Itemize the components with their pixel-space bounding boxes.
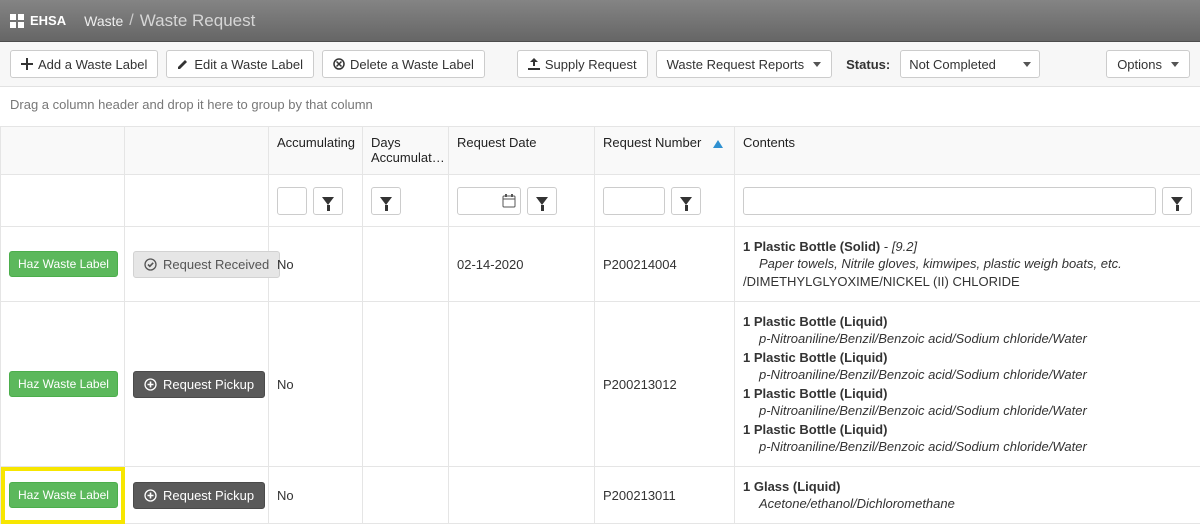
funnel-icon: [1171, 197, 1183, 205]
groupby-dropzone[interactable]: Drag a column header and drop it here to…: [0, 87, 1200, 126]
funnel-icon: [380, 197, 392, 205]
request-pickup-button[interactable]: Request Pickup: [133, 371, 265, 398]
filter-number-input[interactable]: [603, 187, 665, 215]
grid-icon: [10, 14, 24, 28]
funnel-icon: [680, 197, 692, 205]
filter-days-btn[interactable]: [371, 187, 401, 215]
filter-accumulating-input[interactable]: [277, 187, 307, 215]
filter-row: [1, 175, 1200, 227]
table-row: Haz Waste Label Request PickupNo P20021301…: [1, 467, 1200, 524]
breadcrumb-sep: /: [129, 12, 133, 30]
chevron-down-icon: [813, 62, 821, 67]
waste-reports-text: Waste Request Reports: [667, 57, 805, 72]
haz-waste-label-button[interactable]: Haz Waste Label: [9, 371, 118, 397]
cell-request-number: P200214004: [595, 227, 735, 302]
delete-waste-label-text: Delete a Waste Label: [350, 57, 474, 72]
funnel-icon: [536, 197, 548, 205]
plus-circle-icon: [144, 378, 157, 391]
cell-contents: 1 Plastic Bottle (Liquid)p-Nitroaniline/…: [735, 302, 1200, 467]
header-row: Accumulating Days Accumulat… Request Dat…: [1, 127, 1200, 175]
app-name: EHSA: [30, 13, 66, 28]
haz-waste-label-button[interactable]: Haz Waste Label: [9, 482, 118, 508]
cell-request-date: 02-14-2020: [449, 227, 595, 302]
funnel-icon: [322, 197, 334, 205]
header-request-number[interactable]: Request Number: [595, 127, 735, 175]
options-text: Options: [1117, 57, 1162, 72]
request-received-badge: Request Received: [133, 251, 280, 278]
cell-accumulating: No: [269, 227, 363, 302]
filter-contents-input[interactable]: [743, 187, 1156, 215]
sort-asc-icon: [713, 140, 723, 148]
upload-icon: [528, 58, 540, 70]
plus-circle-icon: [144, 489, 157, 502]
options-dropdown[interactable]: Options: [1106, 50, 1190, 78]
cell-request-date: [449, 302, 595, 467]
chevron-down-icon: [1023, 62, 1031, 67]
cell-request-date: [449, 467, 595, 524]
cell-days: [363, 467, 449, 524]
add-waste-label-button[interactable]: Add a Waste Label: [10, 50, 158, 78]
app-logo[interactable]: EHSA: [10, 13, 66, 28]
haz-waste-label-button[interactable]: Haz Waste Label: [9, 251, 118, 277]
supply-request-button[interactable]: Supply Request: [517, 50, 648, 78]
cell-contents: 1 Glass (Liquid)Acetone/ethanol/Dichloro…: [735, 467, 1200, 524]
toolbar: Add a Waste Label Edit a Waste Label Del…: [0, 42, 1200, 87]
waste-request-grid: Accumulating Days Accumulat… Request Dat…: [0, 126, 1200, 524]
header-contents[interactable]: Contents: [735, 127, 1200, 175]
check-icon: [144, 258, 157, 271]
cell-request-number: P200213011: [595, 467, 735, 524]
status-value: Not Completed: [909, 57, 996, 72]
supply-request-text: Supply Request: [545, 57, 637, 72]
calendar-icon: [502, 194, 516, 208]
filter-accumulating-btn[interactable]: [313, 187, 343, 215]
status-select[interactable]: Not Completed: [900, 50, 1040, 78]
top-nav: EHSA Waste / Waste Request: [0, 0, 1200, 42]
breadcrumb-section[interactable]: Waste: [84, 13, 123, 29]
header-blank-2[interactable]: [125, 127, 269, 175]
cell-request-number: P200213012: [595, 302, 735, 467]
edit-waste-label-button[interactable]: Edit a Waste Label: [166, 50, 314, 78]
request-pickup-button[interactable]: Request Pickup: [133, 482, 265, 509]
header-request-number-text: Request Number: [603, 135, 701, 150]
filter-date-btn[interactable]: [527, 187, 557, 215]
filter-number-btn[interactable]: [671, 187, 701, 215]
cell-days: [363, 302, 449, 467]
delete-icon: [333, 58, 345, 70]
cell-accumulating: No: [269, 302, 363, 467]
header-accumulating[interactable]: Accumulating: [269, 127, 363, 175]
table-row: Haz Waste Label Request PickupNo P20021301…: [1, 302, 1200, 467]
delete-waste-label-button[interactable]: Delete a Waste Label: [322, 50, 485, 78]
table-row: Haz Waste Label Request ReceivedNo 02-14-2…: [1, 227, 1200, 302]
add-waste-label-text: Add a Waste Label: [38, 57, 147, 72]
cell-accumulating: No: [269, 467, 363, 524]
filter-date-input[interactable]: [457, 187, 521, 215]
edit-waste-label-text: Edit a Waste Label: [194, 57, 303, 72]
header-blank-1[interactable]: [1, 127, 125, 175]
breadcrumb-page: Waste Request: [140, 11, 256, 31]
waste-reports-dropdown[interactable]: Waste Request Reports: [656, 50, 833, 78]
header-request-date[interactable]: Request Date: [449, 127, 595, 175]
pencil-icon: [177, 58, 189, 70]
filter-contents-btn[interactable]: [1162, 187, 1192, 215]
header-days[interactable]: Days Accumulat…: [363, 127, 449, 175]
cell-days: [363, 227, 449, 302]
cell-contents: 1 Plastic Bottle (Solid) - [9.2]Paper to…: [735, 227, 1200, 302]
chevron-down-icon: [1171, 62, 1179, 67]
status-label: Status:: [846, 57, 890, 72]
plus-icon: [21, 58, 33, 70]
